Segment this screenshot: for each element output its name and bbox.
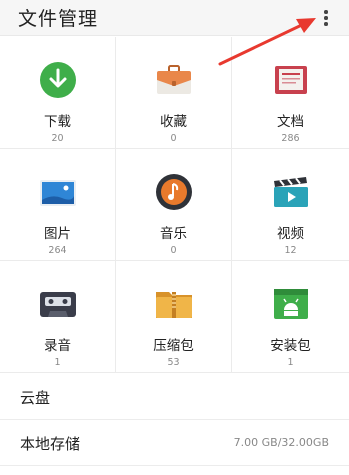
page-title: 文件管理 [18, 8, 99, 30]
app-bar: 文件管理 [0, 0, 349, 36]
category-count: 53 [167, 357, 180, 368]
category-count: 0 [170, 245, 177, 256]
category-label: 图片 [44, 226, 71, 242]
local-storage-usage: 7.00 GB/32.00GB [233, 436, 329, 449]
local-storage-row[interactable]: 本地存储 7.00 GB/32.00GB [0, 420, 349, 466]
category-download[interactable]: 下载 20 [0, 37, 116, 149]
category-label: 录音 [44, 338, 71, 354]
category-label: 安装包 [270, 338, 311, 354]
video-clapper-icon [273, 177, 308, 207]
category-music[interactable]: 音乐 0 [116, 149, 232, 261]
android-package-icon [273, 289, 308, 319]
local-storage-label: 本地存储 [20, 435, 81, 453]
image-icon [39, 180, 76, 206]
category-apks[interactable]: 安装包 1 [232, 261, 349, 373]
category-images[interactable]: 图片 264 [0, 149, 116, 261]
category-documents[interactable]: 文档 286 [232, 37, 349, 149]
category-count: 0 [170, 133, 177, 144]
category-count: 12 [284, 245, 297, 256]
category-label: 视频 [277, 226, 304, 242]
category-grid: 下载 20 收藏 0 文档 286 图片 264 音乐 0 视频 12 录音 1… [0, 37, 349, 373]
cloud-storage-label: 云盘 [20, 389, 51, 407]
category-count: 1 [287, 357, 294, 368]
category-recordings[interactable]: 录音 1 [0, 261, 116, 373]
category-label: 文档 [277, 114, 304, 130]
category-count: 264 [48, 245, 67, 256]
cloud-storage-row[interactable]: 云盘 [0, 374, 349, 420]
category-videos[interactable]: 视频 12 [232, 149, 349, 261]
more-vertical-icon[interactable] [314, 5, 338, 31]
document-icon [274, 66, 307, 94]
zip-folder-icon [155, 292, 192, 318]
category-favorites[interactable]: 收藏 0 [116, 37, 232, 149]
category-label: 收藏 [160, 114, 187, 130]
music-icon [155, 174, 192, 210]
category-label: 音乐 [160, 226, 187, 242]
cassette-icon [39, 292, 76, 317]
category-count: 1 [54, 357, 61, 368]
category-count: 286 [281, 133, 300, 144]
category-label: 压缩包 [153, 338, 194, 354]
category-count: 20 [51, 133, 64, 144]
category-label: 下载 [44, 114, 71, 130]
download-icon [39, 62, 76, 98]
category-archives[interactable]: 压缩包 53 [116, 261, 232, 373]
briefcase-icon [156, 65, 191, 94]
